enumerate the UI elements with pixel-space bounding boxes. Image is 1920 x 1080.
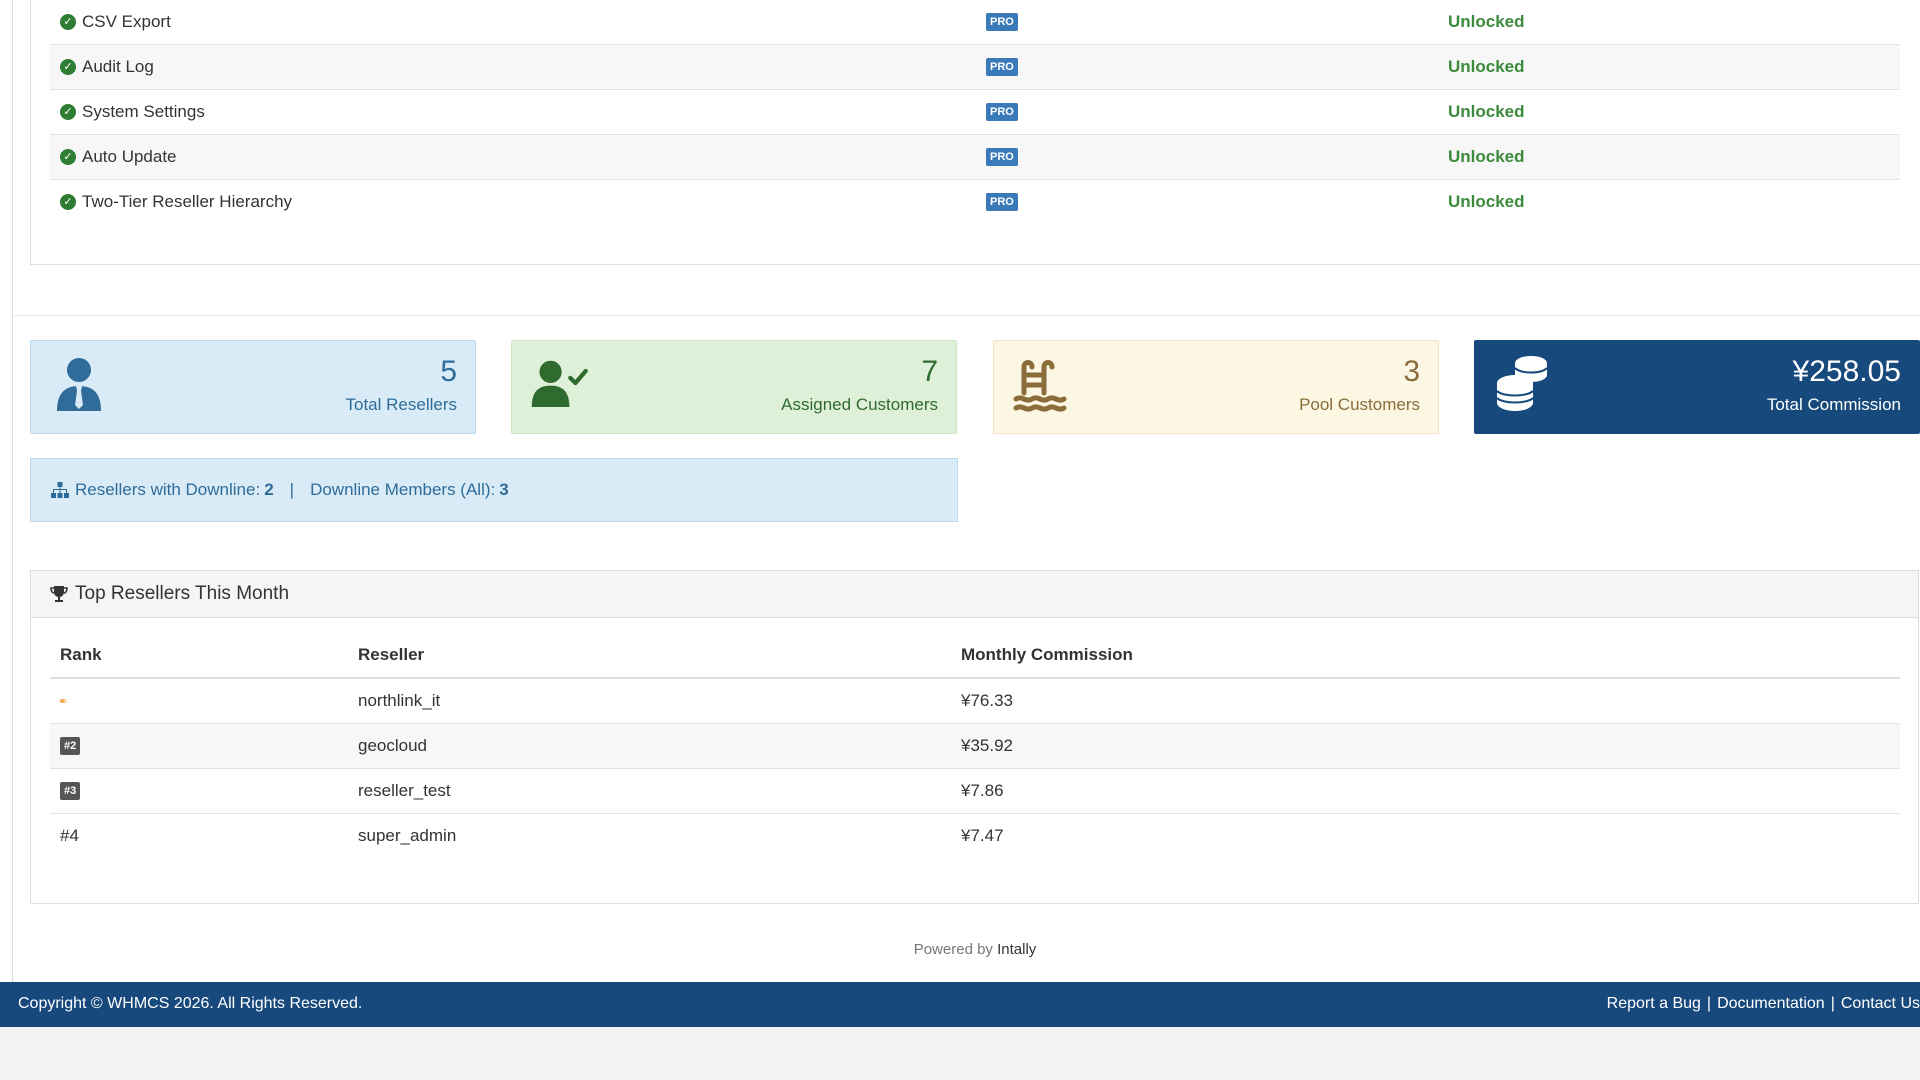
stat-card-total-commission[interactable]: ¥258.05 Total Commission (1474, 340, 1920, 434)
top-resellers-panel: Top Resellers This Month Rank Reseller M… (30, 570, 1919, 904)
table-row: #4 super_admin ¥7.47 (50, 814, 1900, 858)
swimming-pool-icon (1013, 360, 1067, 412)
feature-name: ✓ Auto Update (60, 147, 177, 167)
stat-card-assigned-customers[interactable]: 7 Assigned Customers (511, 340, 957, 434)
downline-summary: Resellers with Downline: 2 | Downline Me… (30, 458, 958, 522)
stat-value: 3 (1403, 355, 1420, 388)
reseller-cell: northlink_it (358, 691, 441, 710)
downline-members-value: 3 (499, 480, 509, 499)
documentation-link[interactable]: Documentation (1717, 995, 1825, 1012)
col-reseller-header: Reseller (358, 645, 425, 664)
table-row: #3 reseller_test ¥7.86 (50, 769, 1900, 814)
stat-card-total-resellers[interactable]: 5 Total Resellers (30, 340, 476, 434)
stat-card-pool-customers[interactable]: 3 Pool Customers (993, 340, 1439, 434)
footer-separator: | (1706, 995, 1712, 1012)
rank-badge: #2 (60, 737, 81, 755)
commission-cell: ¥7.86 (961, 781, 1004, 800)
reseller-cell: geocloud (358, 736, 428, 755)
footer-copyright: Copyright © WHMCS 2026. All Rights Reser… (18, 995, 363, 1012)
feature-status: Unlocked (1448, 57, 1525, 76)
commission-cell: ¥76.33 (961, 691, 1013, 710)
rank-badge: #3 (60, 782, 81, 800)
pro-badge: PRO (986, 13, 1018, 31)
powered-by: Powered by Intally (0, 941, 1920, 958)
resellers-downline-value: 2 (264, 480, 274, 499)
pro-badge: PRO (986, 58, 1018, 76)
top-resellers-table: Rank Reseller Monthly Commission ♛ #1 no… (50, 633, 1900, 858)
feature-name: ✓ CSV Export (60, 12, 171, 32)
user-tie-icon (57, 358, 101, 411)
user-check-icon (531, 360, 588, 407)
table-row: #2 geocloud ¥35.92 (50, 724, 1900, 769)
feature-row: ✓ System Settings PRO Unlocked (50, 90, 1900, 135)
panel-title: Top Resellers This Month (75, 583, 290, 604)
feature-status: Unlocked (1448, 147, 1525, 166)
report-bug-link[interactable]: Report a Bug (1607, 995, 1701, 1012)
features-table: ✓ CSV Export PRO Unlocked ✓ Audit Log PR… (50, 0, 1900, 224)
feature-row: ✓ Auto Update PRO Unlocked (50, 135, 1900, 180)
feature-status: Unlocked (1448, 102, 1525, 121)
stat-value: ¥258.05 (1792, 355, 1901, 388)
stat-value: 7 (921, 355, 938, 388)
feature-row: ✓ Two-Tier Reseller Hierarchy PRO Unlock… (50, 180, 1900, 224)
stat-label: Assigned Customers (781, 395, 938, 414)
check-circle-icon: ✓ (60, 104, 76, 120)
check-circle-icon: ✓ (60, 194, 76, 210)
feature-row: ✓ CSV Export PRO Unlocked (50, 0, 1900, 45)
feature-status: Unlocked (1448, 12, 1525, 31)
section-divider (12, 315, 1920, 316)
check-circle-icon: ✓ (60, 14, 76, 30)
col-commission-header: Monthly Commission (961, 645, 1133, 664)
pro-badge: PRO (986, 193, 1018, 211)
trophy-icon (50, 586, 68, 602)
commission-cell: ¥7.47 (961, 826, 1004, 845)
stat-label: Pool Customers (1299, 395, 1420, 414)
main-content: ✓ CSV Export PRO Unlocked ✓ Audit Log PR… (0, 0, 1920, 982)
feature-label: Auto Update (82, 147, 177, 166)
table-header: Rank Reseller Monthly Commission (50, 633, 1900, 679)
stat-label: Total Resellers (345, 395, 458, 414)
coins-icon (1496, 356, 1548, 411)
feature-label: Audit Log (82, 57, 154, 76)
reseller-cell: super_admin (358, 826, 457, 845)
footer-links: Report a Bug | Documentation | Contact Us (1607, 995, 1920, 1013)
feature-label: CSV Export (82, 12, 171, 31)
feature-name: ✓ System Settings (60, 102, 205, 122)
commission-cell: ¥35.92 (961, 736, 1013, 755)
check-circle-icon: ✓ (60, 59, 76, 75)
pro-badge: PRO (986, 148, 1018, 166)
footer-separator: | (1830, 995, 1835, 1012)
rank-text: #1 (64, 695, 77, 707)
feature-name: ✓ Audit Log (60, 57, 154, 77)
sitemap-icon (51, 482, 69, 498)
reseller-cell: reseller_test (358, 781, 451, 800)
powered-prefix: Powered by (913, 941, 993, 958)
stat-label: Total Commission (1766, 395, 1901, 414)
feature-row: ✓ Audit Log PRO Unlocked (50, 45, 1900, 90)
feature-name: ✓ Two-Tier Reseller Hierarchy (60, 192, 292, 212)
features-panel: ✓ CSV Export PRO Unlocked ✓ Audit Log PR… (30, 0, 1920, 265)
feature-label: Two-Tier Reseller Hierarchy (82, 192, 293, 211)
check-circle-icon: ✓ (60, 149, 76, 165)
panel-heading: Top Resellers This Month (31, 571, 1918, 618)
footer: Copyright © WHMCS 2026. All Rights Reser… (0, 982, 1920, 1027)
stat-value: 5 (440, 355, 457, 388)
downline-members-label: Downline Members (All): (310, 480, 496, 499)
feature-label: System Settings (82, 102, 205, 121)
contact-us-link[interactable]: Contact Us (1841, 995, 1920, 1012)
resellers-downline-label: Resellers with Downline: (75, 480, 261, 499)
rank-cell: #4 (60, 826, 79, 845)
table-row: ♛ #1 northlink_it ¥76.33 (50, 679, 1900, 724)
feature-status: Unlocked (1448, 192, 1525, 211)
separator: | (289, 480, 295, 499)
col-rank-header: Rank (60, 645, 102, 664)
powered-brand-link[interactable]: Intally (997, 941, 1036, 958)
rank-badge-gold: ♛ #1 (60, 695, 76, 707)
pro-badge: PRO (986, 103, 1018, 121)
